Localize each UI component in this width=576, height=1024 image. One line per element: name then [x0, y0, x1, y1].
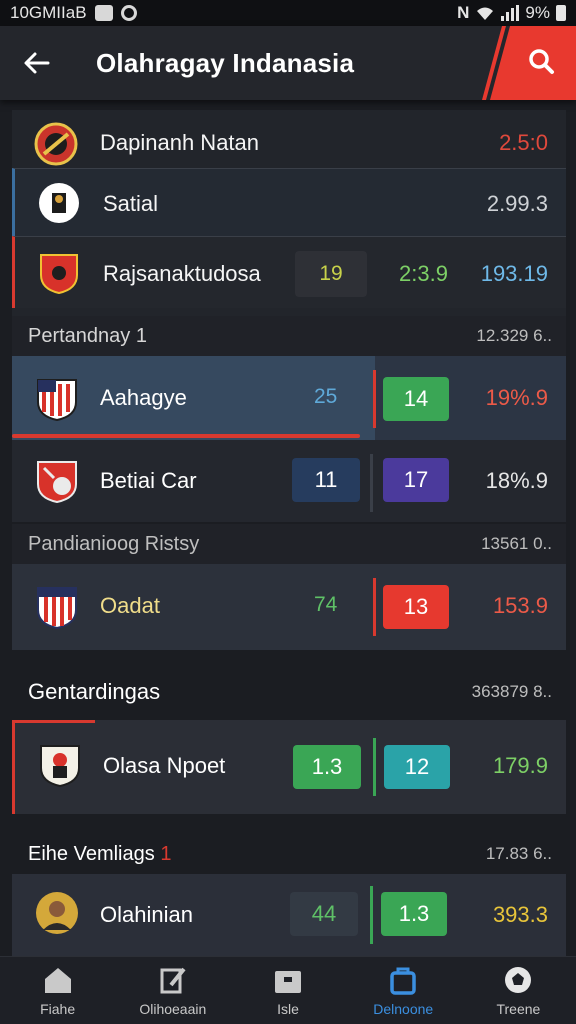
score-box: 1.3 — [381, 892, 447, 936]
team-logo-icon — [37, 379, 77, 422]
match-value: 18%.9 — [485, 468, 548, 493]
section-title: Eihe Vemliags 1 — [28, 842, 172, 865]
team-name: Oadat — [100, 593, 160, 618]
section-count: 17.83 6.. — [485, 844, 552, 863]
section-count: 363879 8.. — [471, 682, 552, 701]
section-header: Pertandnay 1 12.329 6.. — [12, 316, 566, 356]
nav-edit[interactable]: Olihoeaain — [115, 957, 230, 1024]
score-home: 44 — [290, 892, 358, 936]
match-value: 2.5:0 — [499, 130, 548, 155]
section-header: Gentardingas 363879 8.. — [12, 672, 566, 712]
nav-label: Delnoone — [373, 1000, 434, 1017]
nav-isle[interactable]: Isle — [230, 957, 345, 1024]
match-value: 193.19 — [480, 261, 548, 286]
team-name: Rajsanaktudosa — [103, 261, 261, 286]
page-title: Olahragay Indanasia — [96, 48, 355, 78]
match-value: 393.3 — [492, 902, 548, 927]
section-title: Pertandnay 1 — [28, 324, 147, 347]
score-detail: 2:3.9 — [399, 261, 448, 286]
nav-delnoone[interactable]: Delnoone — [346, 957, 461, 1024]
nav-label: Treene — [496, 1000, 541, 1017]
wifi-icon — [477, 7, 494, 20]
list-item[interactable]: Dapinanh Natan 2.5:0 — [12, 116, 566, 172]
team-name: Satial — [103, 191, 159, 216]
score-home: 74 — [314, 593, 338, 616]
score-box: 12 — [384, 745, 450, 789]
list-item[interactable]: Satial 2.99.3 — [12, 168, 566, 236]
sync-icon — [120, 5, 137, 21]
nav-treene[interactable]: Treene — [461, 957, 576, 1024]
status-carrier: 10GMIIaB — [10, 3, 87, 22]
nfc-icon: N — [457, 3, 470, 22]
nav-label: Olihoeaain — [139, 1000, 207, 1017]
back-arrow-icon[interactable] — [20, 46, 54, 80]
battery-percent: 9% — [525, 3, 550, 22]
section-count: 13561 0.. — [481, 534, 552, 553]
team-name: Olasa Npoet — [103, 753, 226, 778]
match-value: 2.99.3 — [486, 191, 548, 216]
match-card[interactable]: Olahinian 44 1.3 393.3 — [12, 874, 566, 956]
status-bar: 10GMIIaB N 9% — [0, 0, 576, 26]
edit-icon — [160, 967, 186, 993]
score-box: 19 — [295, 251, 367, 297]
notification-icon — [94, 5, 113, 21]
list-item[interactable]: Rajsanaktudosa 19 2:3.9 193.19 — [12, 236, 566, 308]
briefcase-icon — [275, 970, 301, 993]
team-logo-icon — [37, 461, 77, 504]
home-icon — [44, 967, 71, 993]
team-logo-icon — [40, 254, 78, 295]
team-name: Olahinian — [100, 902, 193, 927]
section-header: Eihe Vemliags 1 17.83 6.. — [12, 834, 566, 874]
match-value: 153.9 — [492, 593, 548, 618]
team-name: Aahagye — [100, 385, 187, 410]
match-value: 179.9 — [492, 753, 548, 778]
bag-icon — [390, 967, 416, 995]
team-logo-icon — [39, 183, 79, 223]
nav-label: Isle — [277, 1000, 299, 1017]
score-box: 17 — [383, 458, 449, 502]
score-home: 11 — [292, 458, 360, 502]
team-logo-icon — [40, 745, 80, 788]
team-logo-icon — [34, 122, 78, 166]
section-title: Gentardingas — [28, 679, 161, 704]
match-card[interactable]: Aahagye 25 14 19%.9 — [12, 356, 566, 440]
section-header: Pandianioog Ristsy 13561 0.. — [12, 524, 566, 564]
match-card[interactable]: Oadat 74 13 153.9 — [12, 564, 566, 650]
battery-icon — [556, 5, 566, 21]
progress-bar — [12, 434, 360, 438]
match-value: 19%.9 — [485, 385, 548, 410]
section-count: 12.329 6.. — [476, 326, 552, 345]
score-home: 25 — [314, 385, 338, 408]
nav-home[interactable]: Fiahe — [0, 957, 115, 1024]
score-home: 1.3 — [293, 745, 361, 789]
app-bar: Olahragay Indanasia — [0, 26, 576, 100]
avatar — [36, 892, 78, 934]
score-box: 13 — [383, 585, 449, 629]
team-name: Dapinanh Natan — [100, 130, 260, 155]
match-list: Dapinanh Natan 2.5:0 Satial 2.99.3 Rajsa… — [0, 100, 576, 956]
score-box: 14 — [383, 377, 449, 421]
team-logo-icon — [37, 587, 77, 630]
match-card[interactable]: Betiai Car 11 17 18%.9 — [12, 440, 566, 522]
team-name: Betiai Car — [100, 468, 197, 493]
section-title: Pandianioog Ristsy — [28, 532, 200, 555]
nav-label: Fiahe — [40, 1000, 76, 1017]
search-button[interactable] — [476, 26, 576, 100]
ball-icon — [505, 966, 532, 993]
match-card[interactable]: Olasa Npoet 1.3 12 179.9 — [12, 720, 566, 814]
signal-icon — [501, 5, 520, 21]
bottom-nav: Fiahe Olihoeaain Isle Delnoone Treene — [0, 956, 576, 1024]
